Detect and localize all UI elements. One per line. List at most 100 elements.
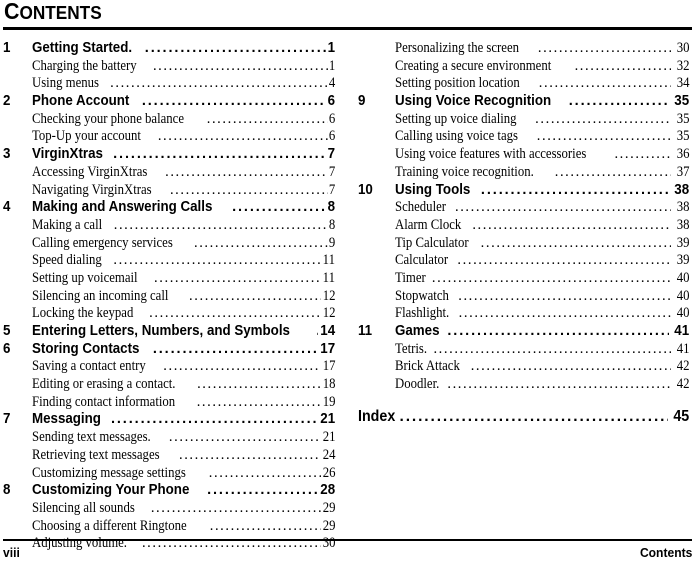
toc-subentry-row[interactable]: Finding contact information.............… (3, 394, 335, 412)
toc-chapter-row[interactable]: 6 Storing Contacts.......................… (3, 341, 335, 359)
toc-subentry-row[interactable]: Choosing a different Ringtone...........… (3, 518, 335, 536)
toc-subentry-row[interactable]: Navigating VirginXtras..................… (3, 182, 335, 200)
toc-entry-page-number: 42 (676, 376, 689, 393)
toc-entry-label: Speed dialing (32, 252, 102, 269)
toc-subentry-row[interactable]: Saving a contact entry..................… (3, 358, 335, 376)
toc-dot-leader: ........................................… (472, 216, 671, 233)
toc-subentry-row[interactable]: Alarm Clock.............................… (358, 217, 689, 235)
toc-chapter-row[interactable]: 3 VirginXtras............................… (3, 146, 335, 164)
toc-subentry-row[interactable]: Speed dialing...........................… (3, 252, 335, 270)
toc-chapter-row[interactable]: 2 Phone Account..........................… (3, 93, 335, 111)
toc-entry-label: Sending text messages. (32, 429, 151, 446)
toc-subentry-row[interactable]: Stopwatch...............................… (358, 288, 689, 306)
toc-entry-line: Choosing a different Ringtone...........… (32, 518, 335, 536)
toc-chapter-row[interactable]: 4 Making and Answering Calls.............… (3, 199, 335, 217)
toc-chapter-row[interactable]: 7 Messaging..............................… (3, 411, 335, 429)
toc-entry-label: Scheduler (395, 199, 447, 216)
footer-section-name: Contents (639, 545, 692, 560)
toc-subentry-row[interactable]: Accessing VirginXtras...................… (3, 164, 335, 182)
toc-subentry-row[interactable]: Sending text messages...................… (3, 429, 335, 447)
toc-subentry-row[interactable]: Timer...................................… (358, 270, 689, 288)
toc-subentry-row[interactable]: Calculator..............................… (358, 252, 689, 270)
toc-entry-page-number: 1 (327, 40, 335, 56)
toc-entry-line: Making a call...........................… (32, 217, 335, 235)
toc-subentry-row[interactable]: Locking the keypad......................… (3, 305, 335, 323)
toc-subentry-row[interactable]: Top-Up your account.....................… (3, 128, 335, 146)
toc-subentry-row[interactable]: Brick Attack............................… (358, 358, 689, 376)
toc-chapter-row[interactable]: 8 Customizing Your Phone.................… (3, 482, 335, 500)
toc-dot-leader: ........................................… (113, 146, 326, 163)
toc-dot-leader: ........................................… (207, 482, 318, 499)
toc-dot-leader: ........................................… (196, 393, 321, 410)
toc-chapter-row[interactable]: 9 Using Voice Recognition................… (358, 93, 689, 111)
toc-entry-line: Navigating VirginXtras..................… (32, 182, 335, 200)
toc-entry-label: Getting Started. (32, 40, 133, 56)
toc-subentry-row[interactable]: Making a call...........................… (3, 217, 335, 235)
toc-subentry-row[interactable]: Checking your phone balance.............… (3, 111, 335, 129)
toc-subentry-row[interactable]: Scheduler...............................… (358, 199, 689, 217)
toc-dot-leader: ........................................… (458, 287, 671, 304)
toc-entry-label: Calculator (395, 252, 449, 269)
toc-subentry-row[interactable]: Customizing message settings............… (3, 465, 335, 483)
toc-subentry-row[interactable]: Setting up voice dialing................… (358, 111, 689, 129)
toc-entry-page-number: 29 (322, 499, 335, 516)
toc-column-left: 1 Getting Started........................… (3, 40, 335, 553)
toc-entry-line: Personalizing the screen................… (395, 40, 689, 58)
toc-subentry-row[interactable]: Silencing an incoming call..............… (3, 288, 335, 306)
toc-dot-leader: ........................................… (457, 252, 671, 269)
toc-subentry-row[interactable]: Using menus.............................… (3, 75, 335, 93)
toc-dot-leader: ........................................… (168, 429, 321, 446)
toc-dot-leader: ........................................… (480, 181, 669, 198)
toc-subentry-row[interactable]: Adjusting volume........................… (3, 535, 335, 553)
toc-chapter-row[interactable]: 5 Entering Letters, Numbers, and Symbols.… (3, 323, 335, 341)
toc-entry-label: Alarm Clock (395, 216, 462, 233)
toc-entry-label: Editing or erasing a contact. (32, 376, 176, 393)
toc-subentry-row[interactable]: Personalizing the screen................… (358, 40, 689, 58)
toc-dot-leader: ........................................… (150, 499, 321, 516)
toc-subentry-row[interactable]: Editing or erasing a contact............… (3, 376, 335, 394)
toc-chapter-number: 6 (3, 340, 11, 357)
toc-entry-line: Setting up voicemail....................… (32, 270, 335, 288)
toc-dot-leader: ........................................… (208, 464, 321, 481)
toc-subentry-row[interactable]: Tetris..................................… (358, 341, 689, 359)
toc-subentry-row[interactable]: Doodler.................................… (358, 376, 689, 394)
toc-entry-label: Doodler. (395, 376, 440, 393)
toc-subentry-row[interactable]: Using voice features with accessories...… (358, 146, 689, 164)
toc-chapter-row[interactable]: 1 Getting Started........................… (3, 40, 335, 58)
toc-entry-label: Finding contact information (32, 393, 176, 410)
toc-subentry-row[interactable]: Setting position location...............… (358, 75, 689, 93)
toc-entry-label: Using Voice Recognition (395, 93, 552, 110)
toc-subentry-row[interactable]: Tip Calculator..........................… (358, 235, 689, 253)
toc-subentry-row[interactable]: Calling using voice tags................… (358, 128, 689, 146)
toc-dot-leader: ........................................… (169, 181, 328, 198)
toc-dot-leader: ........................................… (144, 40, 326, 56)
toc-subentry-row[interactable]: Retrieving text messages................… (3, 447, 335, 465)
toc-subentry-row[interactable]: Setting up voicemail....................… (3, 270, 335, 288)
toc-entry-label: Top-Up your account (32, 128, 141, 145)
toc-subentry-row[interactable]: Silencing all sounds....................… (3, 500, 335, 518)
toc-entry-page-number: 7 (327, 146, 335, 163)
toc-entry-label: Flashlight. (395, 305, 450, 322)
toc-entry-page-number: 19 (322, 393, 335, 410)
toc-entry-label: Navigating VirginXtras (32, 181, 152, 198)
toc-entry-page-number: 39 (676, 252, 689, 269)
toc-entry-line: Sending text messages...................… (32, 429, 335, 447)
toc-entry-line: Training voice recognition..............… (395, 164, 689, 182)
toc-subentry-row[interactable]: Calling emergency services..............… (3, 235, 335, 253)
toc-chapter-row[interactable]: 11 Games.................................… (358, 323, 689, 341)
toc-entry-line: Setting up voice dialing................… (395, 111, 689, 129)
toc-index-row[interactable]: Index...................................… (358, 404, 689, 430)
toc-subentry-row[interactable]: Training voice recognition..............… (358, 164, 689, 182)
toc-entry-label: Phone Account (32, 93, 130, 110)
page-title-rest: ONTENTS (19, 2, 102, 23)
toc-subentry-row[interactable]: Flashlight..............................… (358, 305, 689, 323)
footer-divider (3, 539, 692, 541)
toc-dot-leader: ........................................… (113, 252, 322, 269)
toc-dot-leader: ........................................… (458, 305, 671, 322)
toc-entry-page-number: 6 (328, 110, 335, 127)
toc-subentry-row[interactable]: Creating a secure environment...........… (358, 58, 689, 76)
toc-entry-label: Personalizing the screen (395, 40, 520, 56)
toc-chapter-row[interactable]: 10 Using Tools...........................… (358, 182, 689, 200)
toc-subentry-row[interactable]: Charging the battery....................… (3, 58, 335, 76)
toc-dot-leader: ........................................… (141, 93, 326, 110)
